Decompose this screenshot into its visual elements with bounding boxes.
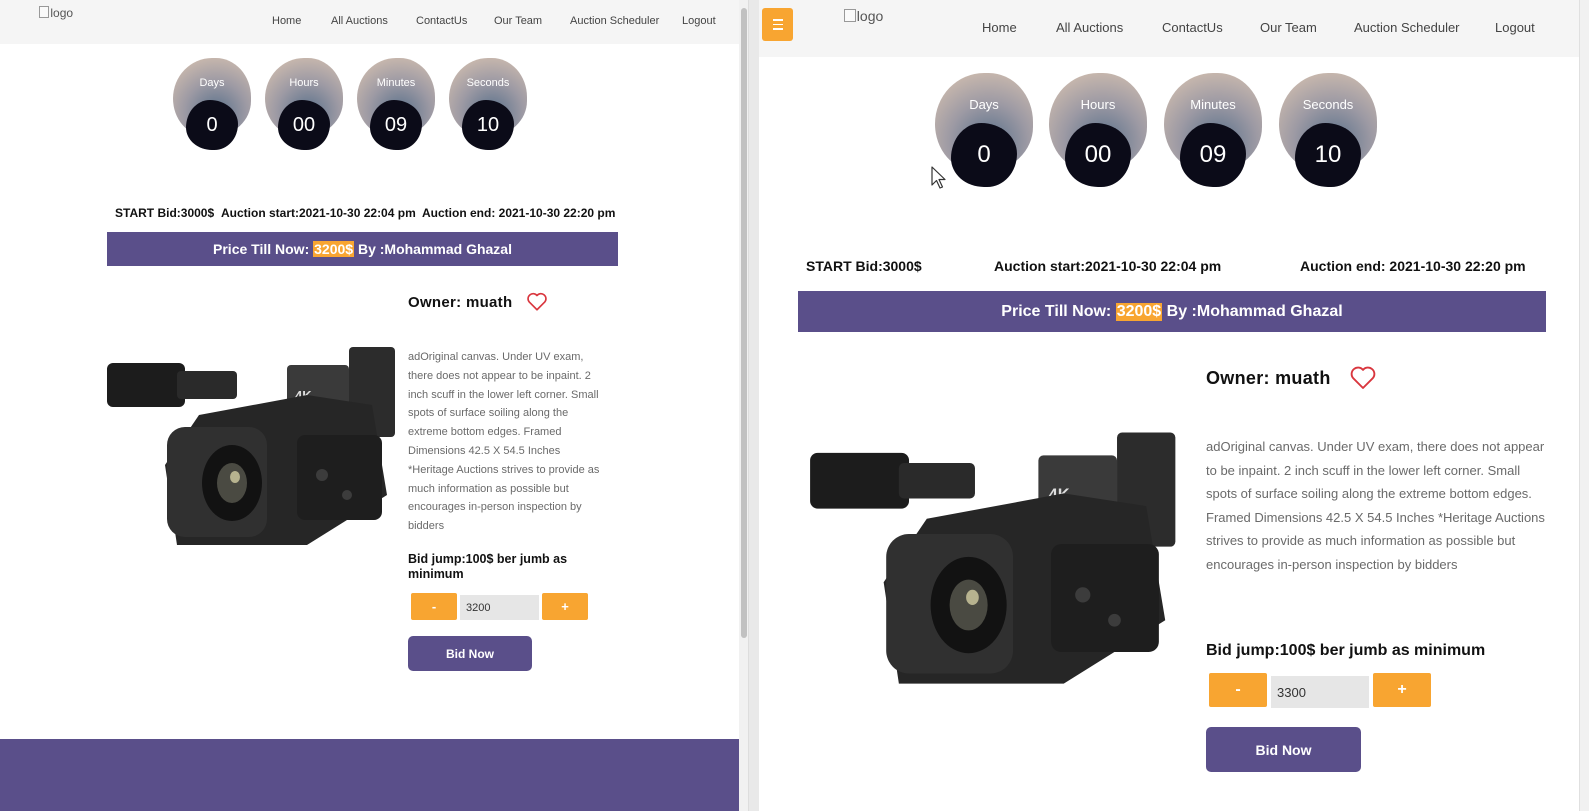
price-till-now-bar: Price Till Now: 3200$ By :Mohammad Ghaza…	[798, 291, 1546, 332]
auction-end: Auction end: 2021-10-30 22:20 pm	[1300, 258, 1526, 274]
price-value: 3200$	[1115, 302, 1163, 321]
left-browser-window: logo Home All Auctions ContactUs Our Tea…	[0, 0, 739, 811]
logo-image[interactable]: logo	[39, 6, 73, 20]
bid-now-button[interactable]: Bid Now	[1206, 727, 1361, 772]
product-image-camera: 4K	[810, 432, 1176, 684]
owner-label: Owner: muath	[408, 294, 513, 311]
timer-minutes-value: 09	[370, 100, 422, 150]
timer-hours-label: Hours	[289, 77, 319, 89]
right-browser-window: logo Home All Auctions ContactUs Our Tea…	[759, 0, 1589, 811]
nav-contact-us[interactable]: ContactUs	[416, 15, 467, 27]
timer-hours: Hours 00	[265, 58, 343, 150]
timer-seconds-value: 10	[462, 100, 514, 150]
navbar: logo Home All Auctions ContactUs Our Tea…	[0, 0, 739, 44]
bid-jump-label: Bid jump:100$ ber jumb as minimum	[1206, 642, 1486, 659]
nav-our-team[interactable]: Our Team	[494, 15, 542, 27]
nav-home[interactable]: Home	[982, 20, 1017, 35]
timer-hours: Hours 00	[1049, 73, 1147, 187]
mouse-cursor-icon	[931, 166, 946, 189]
timer-seconds-label: Seconds	[466, 77, 510, 89]
product-image-camera: 4K	[107, 347, 395, 545]
owner-label: Owner: muath	[1206, 368, 1331, 388]
price-prefix: Price Till Now:	[213, 241, 314, 257]
nav-logout[interactable]: Logout	[1495, 20, 1535, 35]
timer-seconds: Seconds 10	[1279, 73, 1377, 187]
nav-all-auctions[interactable]: All Auctions	[1056, 20, 1123, 35]
product-description: adOriginal canvas. Under UV exam, there …	[1206, 439, 1545, 572]
decrease-bid-button[interactable]: -	[411, 593, 457, 620]
timer-seconds-value: 10	[1295, 123, 1361, 187]
navbar: logo Home All Auctions ContactUs Our Tea…	[759, 0, 1589, 57]
timer-days-label: Days	[199, 77, 225, 89]
timer-seconds: Seconds 10	[449, 58, 527, 150]
auction-end: Auction end: 2021-10-30 22:20 pm	[422, 206, 616, 220]
bid-jump-label: Bid jump:100$ ber jumb as minimum	[408, 552, 568, 581]
increase-bid-button[interactable]: +	[542, 593, 588, 620]
timer-days: Days 0	[173, 58, 251, 150]
price-value: 3200$	[313, 241, 355, 257]
timer-days-value: 0	[186, 100, 238, 150]
decrease-bid-button[interactable]: -	[1209, 673, 1267, 707]
price-bidder: By :Mohammad Ghazal	[354, 241, 512, 257]
start-bid: START Bid:3000$	[806, 258, 922, 274]
footer	[0, 739, 739, 811]
nav-auction-scheduler[interactable]: Auction Scheduler	[570, 15, 659, 27]
price-prefix: Price Till Now:	[1001, 302, 1116, 320]
logo-image[interactable]: logo	[844, 8, 883, 24]
timer-seconds-label: Seconds	[1302, 97, 1354, 112]
nav-auction-scheduler[interactable]: Auction Scheduler	[1354, 20, 1460, 35]
increase-bid-button[interactable]: +	[1373, 673, 1431, 707]
timer-minutes-label: Minutes	[1190, 97, 1236, 112]
timer-days: Days 0	[935, 73, 1033, 187]
hamburger-icon[interactable]	[762, 8, 793, 41]
heart-icon[interactable]	[1349, 364, 1377, 391]
auction-start: Auction start:2021-10-30 22:04 pm	[994, 258, 1222, 274]
product-description: adOriginal canvas. Under UV exam, there …	[408, 351, 600, 533]
timer-days-value: 0	[951, 123, 1017, 187]
right-scrollbar-track[interactable]	[1579, 0, 1589, 811]
nav-our-team[interactable]: Our Team	[1260, 20, 1317, 35]
timer-hours-value: 00	[278, 100, 330, 150]
auction-start: Auction start:2021-10-30 22:04 pm	[221, 206, 416, 220]
timer-minutes-label: Minutes	[376, 77, 416, 89]
bid-amount-input[interactable]	[460, 595, 539, 620]
nav-all-auctions[interactable]: All Auctions	[331, 15, 388, 27]
price-till-now-bar: Price Till Now: 3200$ By :Mohammad Ghaza…	[107, 232, 618, 266]
timer-hours-label: Hours	[1080, 97, 1116, 112]
timer-hours-value: 00	[1065, 123, 1131, 187]
left-scrollbar-thumb[interactable]	[741, 8, 747, 638]
timer-minutes: Minutes 09	[357, 58, 435, 150]
timer-minutes: Minutes 09	[1164, 73, 1262, 187]
timer-days-label: Days	[969, 97, 999, 112]
nav-home[interactable]: Home	[272, 15, 301, 27]
price-bidder: By :Mohammad Ghazal	[1162, 302, 1343, 320]
nav-contact-us[interactable]: ContactUs	[1162, 20, 1223, 35]
bid-amount-input[interactable]	[1271, 676, 1369, 708]
nav-logout[interactable]: Logout	[682, 15, 716, 27]
start-bid: START Bid:3000$	[115, 206, 215, 220]
bid-now-button[interactable]: Bid Now	[408, 636, 532, 671]
timer-minutes-value: 09	[1180, 123, 1246, 187]
heart-icon[interactable]	[526, 291, 548, 312]
